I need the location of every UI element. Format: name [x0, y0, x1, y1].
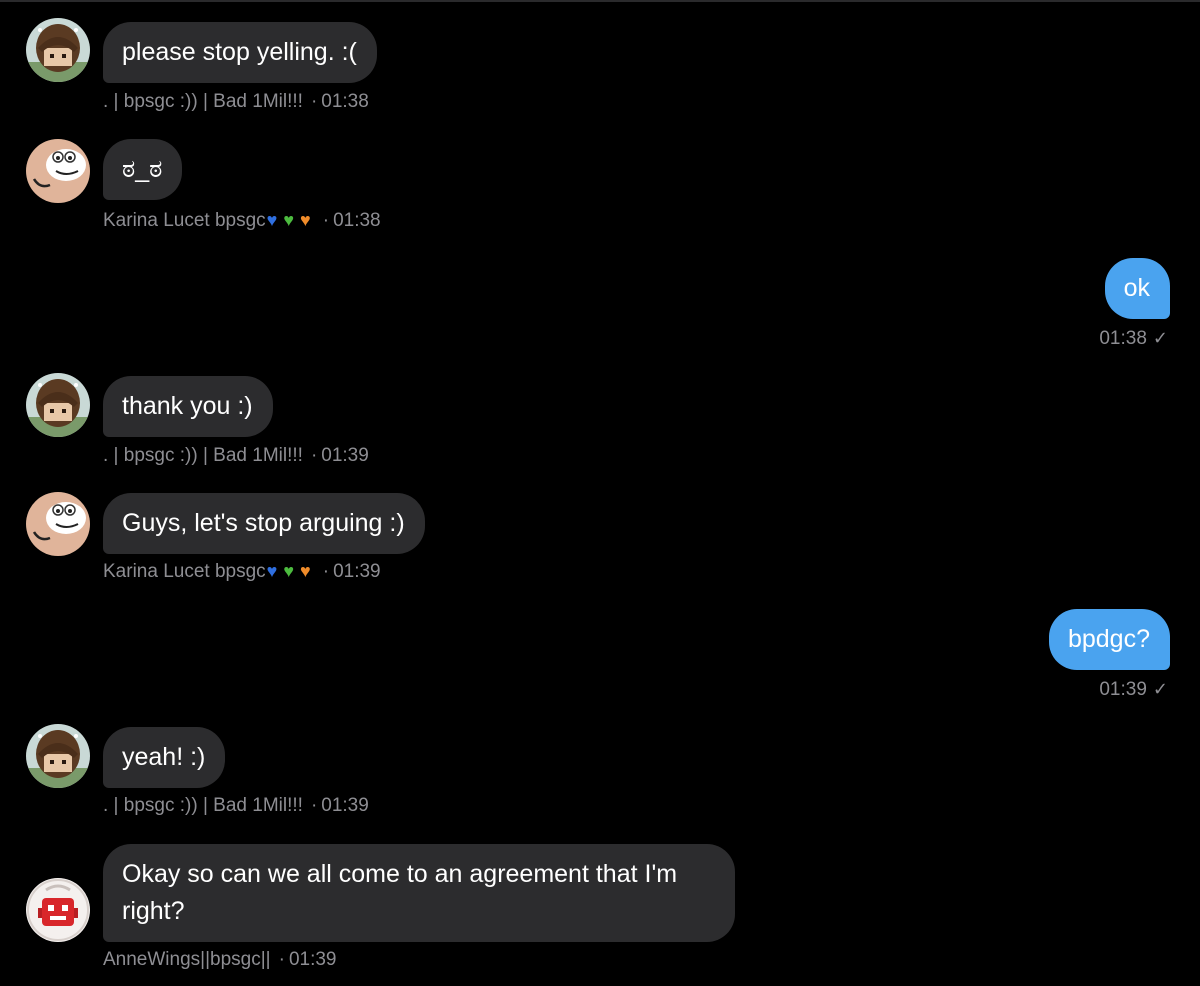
sender-name[interactable]: . | bpsgc :)) | Bad 1Mil!!!	[103, 795, 303, 816]
message-meta: Karina Lucet bpsgc♥ ♥ ♥ · 01:38	[103, 210, 381, 232]
orange-heart-icon: ♥	[300, 210, 311, 230]
cartoon-smiling-face-icon[interactable]	[26, 139, 90, 203]
message-time: 01:38	[333, 210, 381, 231]
cartoon-smiling-face-icon[interactable]	[26, 492, 90, 556]
brown-hair-character-icon[interactable]	[26, 18, 90, 82]
message-meta: 01:39 ✓	[1099, 679, 1168, 701]
message-time: 01:38	[1099, 328, 1147, 349]
brown-hair-character-icon[interactable]	[26, 724, 90, 788]
message-text: ok	[1123, 274, 1150, 302]
message-text: yeah! :)	[122, 743, 206, 771]
meta-separator: ·	[310, 91, 318, 112]
blue-heart-icon: ♥	[266, 210, 278, 230]
message-text: Okay so can we all come to an agreement …	[122, 860, 678, 925]
meta-separator: ·	[322, 210, 330, 231]
chat-history[interactable]: please stop yelling. :( . | bpsgc :)) | …	[0, 0, 1200, 986]
red-robot-character-icon[interactable]	[26, 878, 90, 942]
meta-separator: ·	[310, 795, 318, 816]
green-heart-icon: ♥	[283, 561, 295, 581]
message-time: 01:39	[288, 949, 337, 970]
message-meta: 01:38 ✓	[1099, 328, 1168, 350]
meta-separator: ·	[322, 561, 330, 582]
sender-name[interactable]: . | bpsgc :)) | Bad 1Mil!!!	[103, 445, 303, 466]
message-bubble[interactable]: please stop yelling. :(	[103, 22, 377, 83]
green-heart-icon: ♥	[283, 210, 295, 230]
message-meta: . | bpsgc :)) | Bad 1Mil!!! · 01:39	[103, 445, 369, 467]
message-meta: AnneWings||bpsgc|| · 01:39	[103, 949, 336, 971]
sender-name[interactable]: . | bpsgc :)) | Bad 1Mil!!!	[103, 91, 303, 112]
message-bubble[interactable]: Guys, let's stop arguing :)	[103, 493, 425, 554]
message-text: Guys, let's stop arguing :)	[122, 509, 405, 537]
message-bubble[interactable]: thank you :)	[103, 376, 273, 437]
message-meta: . | bpsgc :)) | Bad 1Mil!!! · 01:39	[103, 795, 369, 817]
message-meta: Karina Lucet bpsgc♥ ♥ ♥ · 01:39	[103, 561, 381, 583]
message-bubble[interactable]: bpdgc?	[1048, 609, 1170, 670]
sender-name[interactable]: Karina Lucet bpsgc	[103, 561, 266, 582]
message-meta: . | bpsgc :)) | Bad 1Mil!!! · 01:38	[103, 91, 369, 113]
meta-separator: ·	[310, 445, 318, 466]
sender-name[interactable]: Karina Lucet bpsgc	[103, 210, 266, 231]
sent-check-icon: ✓	[1152, 679, 1168, 699]
message-time: 01:39	[333, 561, 381, 582]
message-text: bpdgc?	[1067, 625, 1150, 653]
blue-heart-icon: ♥	[266, 561, 278, 581]
message-time: 01:39	[321, 445, 369, 466]
message-bubble[interactable]: ok	[1104, 258, 1170, 319]
message-time: 01:38	[321, 91, 369, 112]
orange-heart-icon: ♥	[300, 561, 311, 581]
sent-check-icon: ✓	[1152, 328, 1168, 348]
message-time: 01:39	[1099, 679, 1147, 700]
message-text: please stop yelling. :(	[122, 38, 357, 66]
message-bubble[interactable]: ಠ_ಠ	[103, 139, 183, 200]
message-bubble[interactable]: yeah! :)	[103, 727, 226, 788]
brown-hair-character-icon[interactable]	[26, 373, 90, 437]
meta-separator: ·	[278, 949, 285, 970]
message-time: 01:39	[321, 795, 369, 816]
sender-name[interactable]: AnneWings||bpsgc||	[103, 949, 271, 970]
message-text: ಠ_ಠ	[122, 155, 163, 183]
message-text: thank you :)	[122, 392, 253, 420]
message-bubble[interactable]: Okay so can we all come to an agreement …	[103, 844, 735, 942]
